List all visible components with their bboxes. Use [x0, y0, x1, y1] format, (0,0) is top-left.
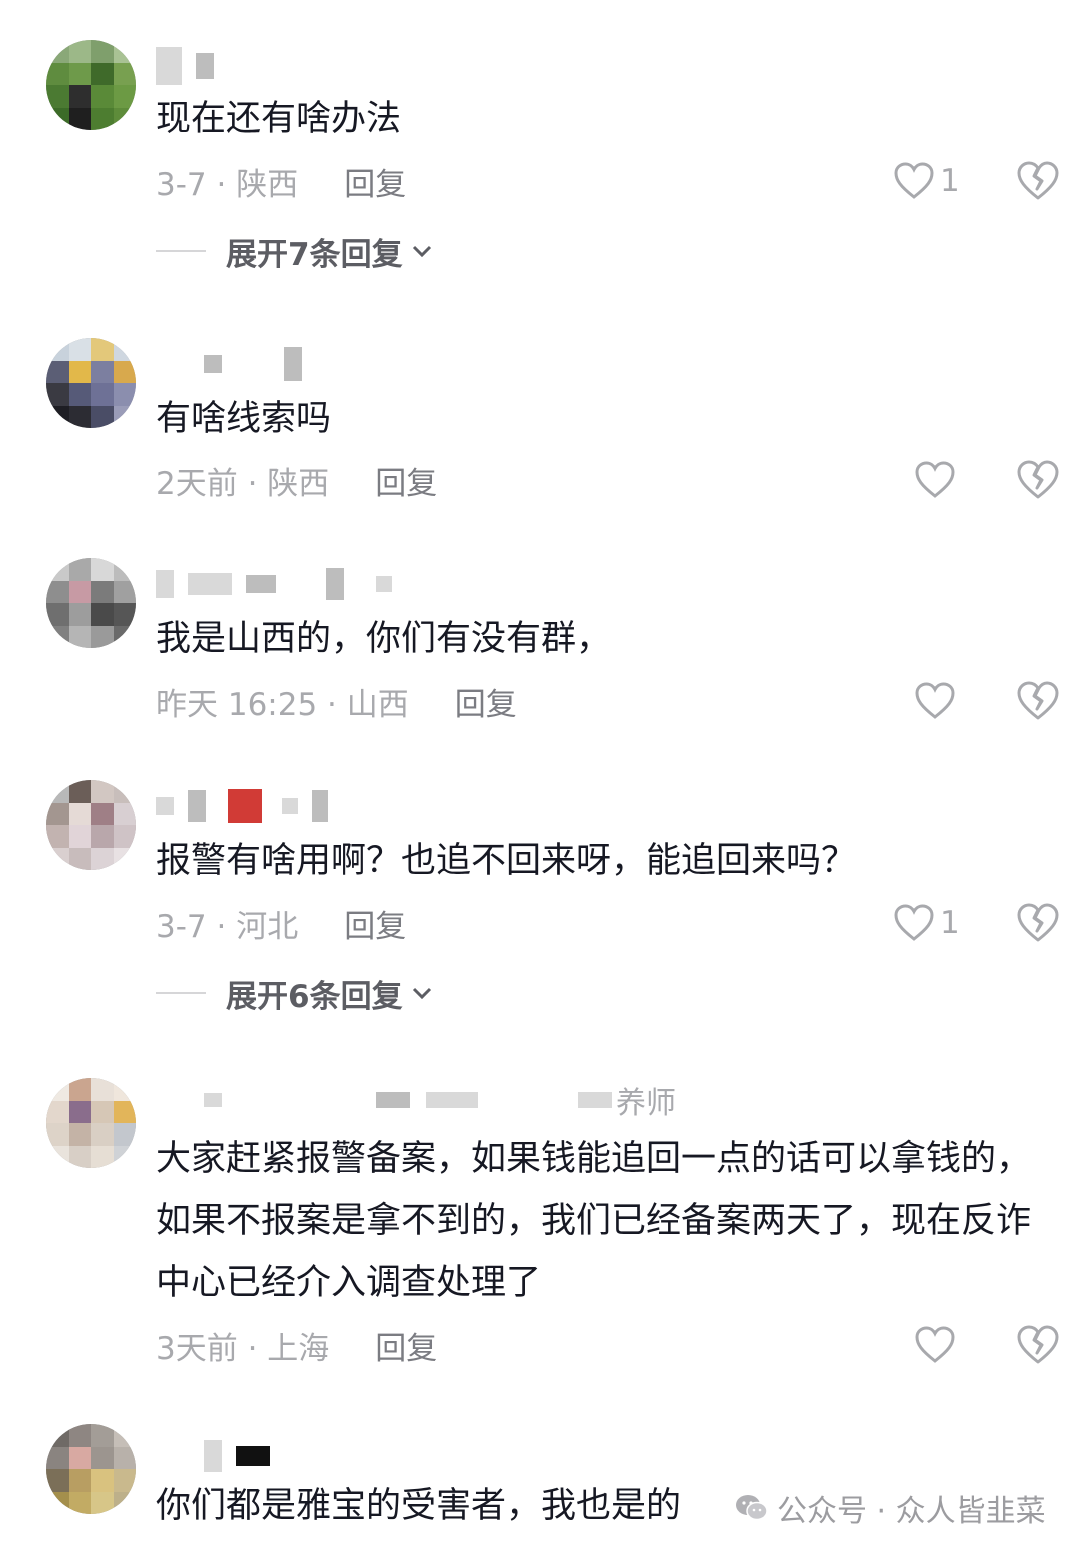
dislike-button[interactable] [1016, 160, 1060, 204]
username[interactable] [156, 786, 328, 826]
username[interactable]: 养师 [156, 1080, 676, 1121]
like-button[interactable]: 1 [894, 901, 960, 945]
avatar[interactable] [46, 558, 136, 648]
reply-button[interactable]: 回复 [344, 901, 406, 946]
divider-line [156, 992, 206, 994]
comment-text: 大家赶紧报警备案，如果钱能追回一点的话可以拿钱的，如果不报案是拿不到的，我们已经… [156, 1139, 1032, 1303]
comment-meta: 3天前 · 上海 回复 [156, 1323, 437, 1367]
broken-heart-icon [1017, 1325, 1059, 1364]
comment-text: 现在还有啥办法 [156, 99, 402, 139]
expand-label: 展开6条回复 [226, 978, 403, 1015]
avatar[interactable] [46, 40, 136, 130]
heart-outline-icon [894, 904, 934, 941]
username[interactable] [156, 564, 392, 604]
comment-date-location: 3天前 · 上海 [156, 1330, 330, 1367]
watermark-text: 公众号 · 众人皆韭菜 [777, 1494, 1046, 1529]
like-button[interactable] [915, 679, 961, 723]
broken-heart-icon [1017, 681, 1059, 720]
avatar[interactable] [46, 338, 136, 428]
avatar[interactable] [46, 1078, 136, 1168]
reply-button[interactable]: 回复 [375, 458, 437, 503]
like-count: 1 [940, 163, 960, 199]
comment-meta: 昨天 16:25 · 山西 回复 [156, 679, 517, 723]
expand-replies-button[interactable]: 展开6条回复 [156, 971, 433, 1015]
broken-heart-icon [1017, 460, 1059, 499]
comment-date-location: 3-7 · 陕西 [156, 166, 299, 203]
heart-outline-icon [915, 682, 955, 719]
wechat-icon [736, 1495, 768, 1521]
like-button[interactable]: 1 [894, 159, 960, 203]
heart-outline-icon [915, 1326, 955, 1363]
expand-replies-button[interactable]: 展开7条回复 [156, 229, 433, 273]
comment-text: 有啥线索吗 [156, 399, 332, 439]
heart-outline-icon [915, 461, 955, 498]
reply-button[interactable]: 回复 [344, 159, 406, 204]
comment-text: 你们都是雅宝的受害者，我也是的 [156, 1486, 682, 1526]
broken-heart-icon [1017, 161, 1059, 200]
dislike-button[interactable] [1016, 680, 1060, 724]
username[interactable] [156, 1436, 270, 1476]
comment-meta: 3-7 · 河北 回复 [156, 901, 406, 945]
heart-outline-icon [894, 162, 934, 199]
broken-heart-icon [1017, 903, 1059, 942]
like-button[interactable] [915, 1323, 961, 1367]
username[interactable] [156, 344, 302, 384]
comment-meta: 3-7 · 陕西 回复 [156, 159, 406, 203]
divider-line [156, 250, 206, 252]
username[interactable] [156, 46, 214, 86]
dislike-button[interactable] [1016, 459, 1060, 503]
like-count: 1 [940, 905, 960, 941]
avatar[interactable] [46, 1424, 136, 1514]
expand-label: 展开7条回复 [226, 236, 403, 273]
comment-text: 报警有啥用啊？也追不回来呀，能追回来吗？ [156, 841, 857, 881]
like-button[interactable] [915, 458, 961, 502]
comment-date-location: 昨天 16:25 · 山西 [156, 686, 409, 723]
chevron-down-icon [412, 245, 431, 258]
reply-button[interactable]: 回复 [375, 1323, 437, 1368]
comment-text: 我是山西的，你们有没有群， [156, 619, 612, 659]
dislike-button[interactable] [1016, 1324, 1060, 1368]
comment-date-location: 3-7 · 河北 [156, 908, 299, 945]
dislike-button[interactable] [1016, 902, 1060, 946]
chevron-down-icon [412, 987, 431, 1000]
comment-date-location: 2天前 · 陕西 [156, 465, 330, 502]
watermark: 公众号 · 众人皆韭菜 [735, 1486, 1046, 1530]
username-tail: 养师 [616, 1086, 676, 1121]
comment-meta: 2天前 · 陕西 回复 [156, 458, 437, 502]
reply-button[interactable]: 回复 [455, 679, 517, 724]
avatar[interactable] [46, 780, 136, 870]
